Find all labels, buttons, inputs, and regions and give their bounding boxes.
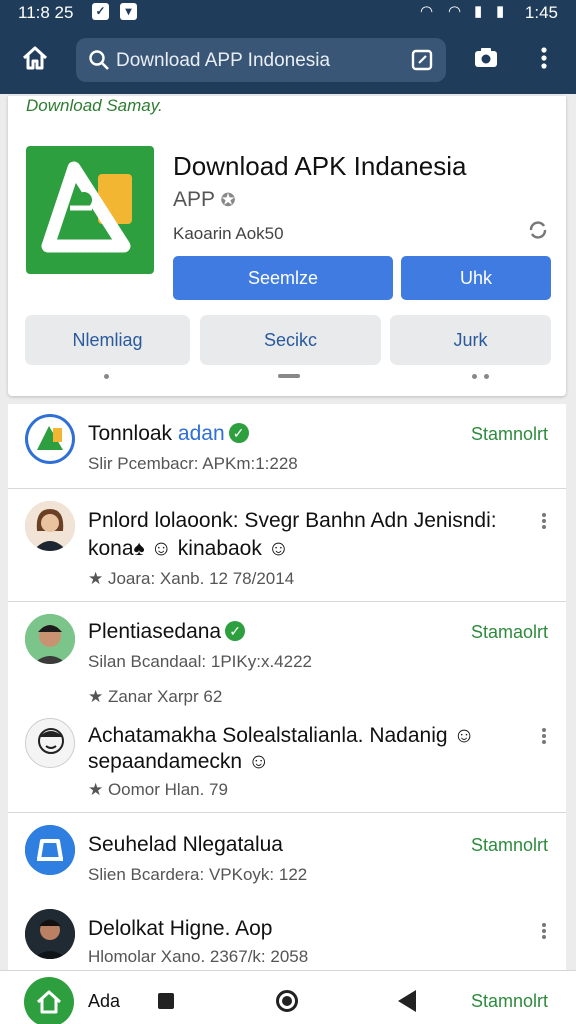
app-logo-car-icon xyxy=(25,825,75,875)
avatar xyxy=(25,909,75,959)
camera-icon xyxy=(475,48,497,67)
list-item-action[interactable]: Stamaolrt xyxy=(471,622,548,643)
list-item-subtitle: Slir Pcembacr: APKm:1:228 xyxy=(88,454,298,473)
signal-icon: ▮ xyxy=(474,3,483,20)
recents-icon[interactable] xyxy=(158,993,174,1009)
tab-button-3[interactable]: Jurk xyxy=(390,315,551,365)
app-meta: Kaoarin Aok50 xyxy=(173,224,284,243)
man-photo-green-icon xyxy=(25,614,75,664)
overflow-menu-button[interactable] xyxy=(524,38,564,78)
woman-photo-icon xyxy=(25,501,75,551)
list-item-subtitle: Silan Bcandaal: 1PIKy:x.4222 xyxy=(88,652,312,671)
tab-button-1[interactable]: Nlemliag xyxy=(25,315,190,365)
sketch-face-icon xyxy=(26,719,74,767)
avatar xyxy=(25,718,75,768)
list-item-subtitle: ★ Oomor Hlan. 79 xyxy=(88,780,228,799)
list-item-title: Tonnloak adan ✓ xyxy=(88,422,249,446)
app-logo-blue-icon xyxy=(28,417,72,461)
wifi-signal-icon: ◠ xyxy=(448,3,462,20)
search-icon xyxy=(89,50,109,70)
list-item-title-text: Plentiasedana xyxy=(88,620,222,643)
sync-icon[interactable] xyxy=(526,218,550,242)
list-item-group: Seuhelad Nlegatalua Slien Bcardera: VPKo… xyxy=(8,813,566,971)
list-item-subtitle: ★ Joara: Xanb. 12 78/2014 xyxy=(88,569,295,588)
list-item-title-text: Tonnloak xyxy=(88,422,173,445)
page-indicator-dot xyxy=(472,374,477,379)
list-item-title[interactable]: Plentiasedana ✓ xyxy=(88,620,246,644)
avatar xyxy=(25,825,75,875)
avatar xyxy=(25,414,75,464)
edit-icon[interactable] xyxy=(410,48,434,72)
app-icon xyxy=(26,146,154,274)
search-input[interactable]: Download APP Indonesia xyxy=(116,50,330,72)
nav-action[interactable]: Stamnolrt xyxy=(471,991,548,1012)
more-vert-icon[interactable] xyxy=(542,511,548,531)
list-item-title-line2: sepaandameckn ☺ xyxy=(88,750,270,773)
list-item-title: Delolkat Higne. Aop xyxy=(88,917,273,940)
list-item-subtitle-2: ★ Zanar Xarpr 62 xyxy=(88,687,223,706)
page-indicator-active xyxy=(278,374,300,378)
more-vert-icon xyxy=(541,47,547,69)
status-time-left: 11:8 25 xyxy=(18,3,74,22)
home-button[interactable] xyxy=(15,38,55,78)
list-item[interactable]: Tonnloak adan ✓ Slir Pcembacr: APKm:1:228… xyxy=(8,404,566,488)
more-vert-icon[interactable] xyxy=(542,921,548,941)
wifi-icon: ◠ xyxy=(420,3,434,20)
list-item-title-line2: kona♠ ☺ kinabaok ☺ xyxy=(88,537,290,560)
app-title: Download APK Indanesia xyxy=(173,151,467,181)
avatar xyxy=(25,501,75,551)
primary-action-button[interactable]: Seemlze xyxy=(173,256,393,300)
battery-icon: ▮ xyxy=(496,3,505,20)
list-item-title: Seuhelad Nlegatalua xyxy=(88,833,283,856)
page-indicator-dot xyxy=(104,374,109,379)
list-item-title-accent: adan xyxy=(177,422,225,445)
list-item-subtitle: Hlomolar Xano. 2367/k: 2058 xyxy=(88,947,309,966)
badge-icon: ✪ xyxy=(220,190,236,210)
list-item-group: Plentiasedana ✓ Silan Bcandaal: 1PIKy:x.4… xyxy=(8,602,566,812)
back-icon[interactable] xyxy=(398,990,416,1012)
nav-home-button[interactable] xyxy=(24,977,74,1024)
page-indicator-dot xyxy=(484,374,489,379)
home-circle-icon[interactable] xyxy=(276,990,298,1012)
nav-label[interactable]: Ada xyxy=(88,991,120,1012)
app-detail-card: Download Samay. Download APK Indanesia A… xyxy=(8,96,566,396)
app-logo-icon xyxy=(41,161,132,253)
list-item-title: Achatamakha Solealstalianla. Nadanig ☺ xyxy=(88,724,475,747)
list-item-title: Pnlord lolaoonk: Svegr Banhn Adn Jenisnd… xyxy=(88,509,497,532)
bottom-navigation-bar: Ada Stamnolrt xyxy=(0,970,576,1024)
verified-icon: ✓ xyxy=(225,621,246,641)
search-bar[interactable]: Download APP Indonesia xyxy=(76,38,446,82)
man-photo-dark-icon xyxy=(25,909,75,959)
status-time-right: 1:45 xyxy=(524,3,558,22)
verified-icon: ✓ xyxy=(228,423,249,443)
top-toolbar: Download APP Indonesia xyxy=(0,26,576,94)
app-notification-icon: ▾ xyxy=(120,3,137,20)
list-item-action[interactable]: Stamnolrt xyxy=(471,424,548,445)
list-item[interactable]: Pnlord lolaoonk: Svegr Banhn Adn Jenisnd… xyxy=(8,489,566,601)
avatar xyxy=(25,614,75,664)
notification-icon: ✓ xyxy=(92,3,109,20)
status-bar: 11:8 25 ✓ ▾ ◠ ◠ ▮ ▮ 1:45 xyxy=(0,0,576,26)
app-subtitle: APP ✪ xyxy=(173,188,236,212)
home-icon xyxy=(22,46,48,70)
card-tagline: Download Samay. xyxy=(26,96,163,115)
app-subtitle-text: APP xyxy=(173,188,215,211)
list-item-action[interactable]: Stamnolrt xyxy=(471,835,548,856)
home-icon xyxy=(36,990,62,1014)
list-item-subtitle: Slien Bcardera: VPKoyk: 122 xyxy=(88,865,308,884)
tab-button-2[interactable]: Secikc xyxy=(200,315,381,365)
more-vert-icon[interactable] xyxy=(542,726,548,746)
secondary-action-button[interactable]: Uhk xyxy=(401,256,551,300)
camera-button[interactable] xyxy=(466,38,506,78)
